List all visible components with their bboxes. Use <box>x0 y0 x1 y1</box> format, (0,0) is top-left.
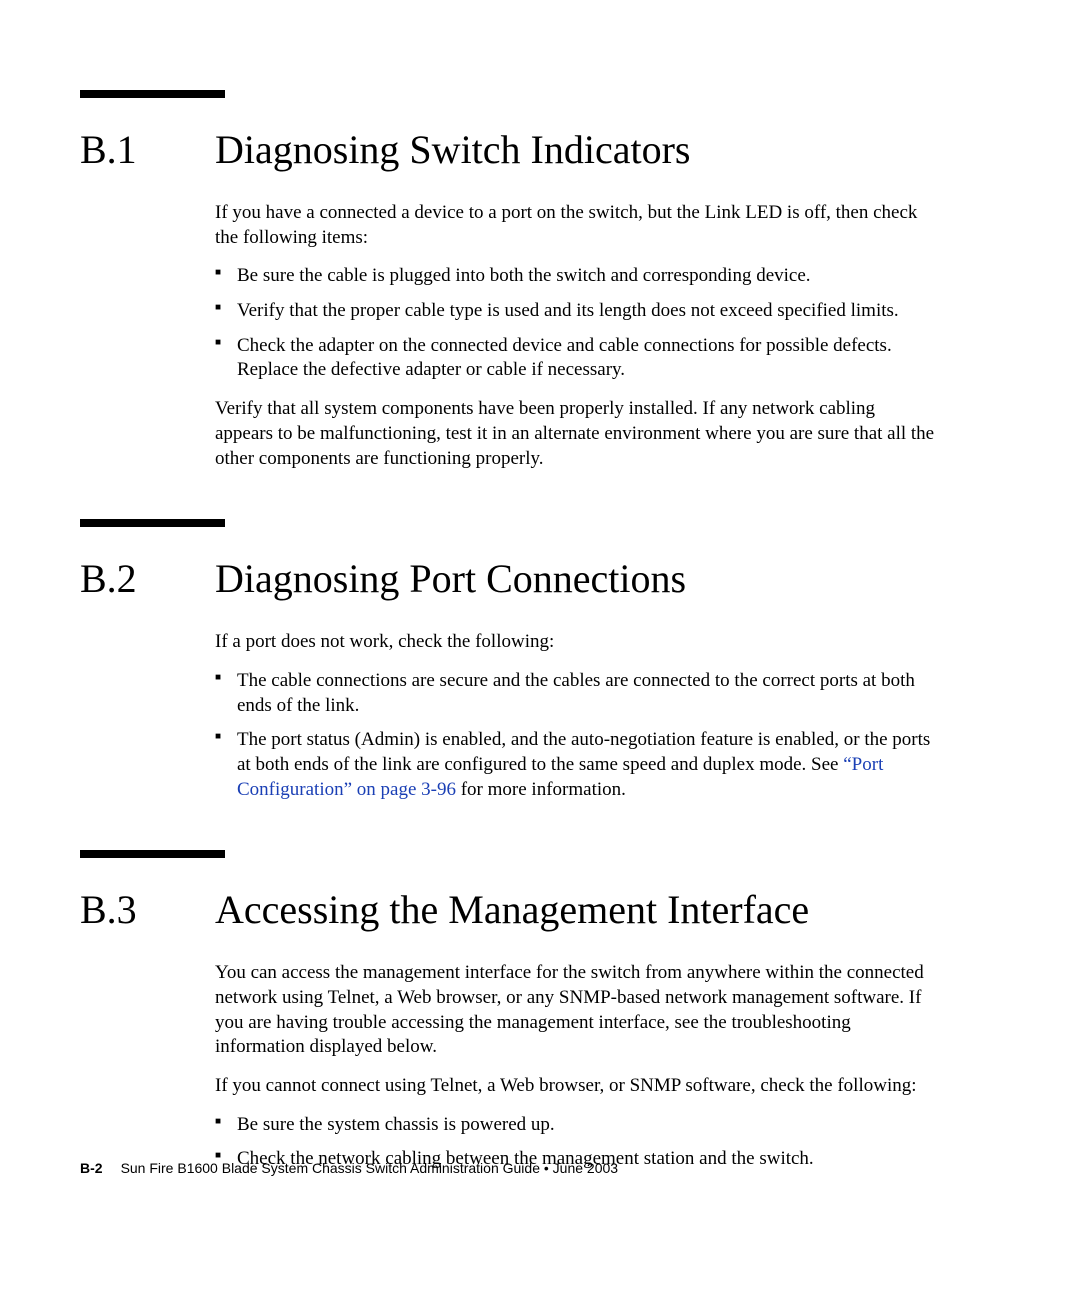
list-item: The port status (Admin) is enabled, and … <box>215 728 935 802</box>
page-footer: B-2 Sun Fire B1600 Blade System Chassis S… <box>80 1160 618 1176</box>
section-b2: B.2 Diagnosing Port Connections If a por… <box>80 519 1000 802</box>
section-number: B.1 <box>80 126 215 173</box>
section-rule <box>80 90 225 98</box>
section-b3: B.3 Accessing the Management Interface Y… <box>80 850 1000 1172</box>
bullet-list: The cable connections are secure and the… <box>215 669 935 802</box>
section-number: B.2 <box>80 555 215 602</box>
list-item: Be sure the cable is plugged into both t… <box>215 264 935 289</box>
section-b1: B.1 Diagnosing Switch Indicators If you … <box>80 90 1000 471</box>
list-item: The cable connections are secure and the… <box>215 669 935 718</box>
section-rule <box>80 850 225 858</box>
section-body: You can access the management interface … <box>215 961 935 1172</box>
bullet-list: Be sure the cable is plugged into both t… <box>215 264 935 383</box>
list-item: Verify that the proper cable type is use… <box>215 299 935 324</box>
paragraph: If you cannot connect using Telnet, a We… <box>215 1074 935 1099</box>
paragraph: If a port does not work, check the follo… <box>215 630 935 655</box>
section-title: Diagnosing Switch Indicators <box>215 126 691 173</box>
section-body: If a port does not work, check the follo… <box>215 630 935 802</box>
page-number: B-2 <box>80 1160 103 1176</box>
section-heading: B.2 Diagnosing Port Connections <box>80 555 1000 602</box>
list-item: Be sure the system chassis is powered up… <box>215 1113 935 1138</box>
list-item-text-post: for more information. <box>456 779 626 800</box>
section-number: B.3 <box>80 886 215 933</box>
section-body: If you have a connected a device to a po… <box>215 201 935 471</box>
section-title: Diagnosing Port Connections <box>215 555 686 602</box>
list-item-text-pre: The port status (Admin) is enabled, and … <box>237 729 930 775</box>
section-heading: B.3 Accessing the Management Interface <box>80 886 1000 933</box>
paragraph: Verify that all system components have b… <box>215 397 935 471</box>
section-heading: B.1 Diagnosing Switch Indicators <box>80 126 1000 173</box>
section-rule <box>80 519 225 527</box>
paragraph: You can access the management interface … <box>215 961 935 1060</box>
footer-text: Sun Fire B1600 Blade System Chassis Swit… <box>121 1160 619 1176</box>
list-item: Check the adapter on the connected devic… <box>215 334 935 383</box>
section-title: Accessing the Management Interface <box>215 886 809 933</box>
document-page: B.1 Diagnosing Switch Indicators If you … <box>0 0 1080 1296</box>
paragraph: If you have a connected a device to a po… <box>215 201 935 250</box>
